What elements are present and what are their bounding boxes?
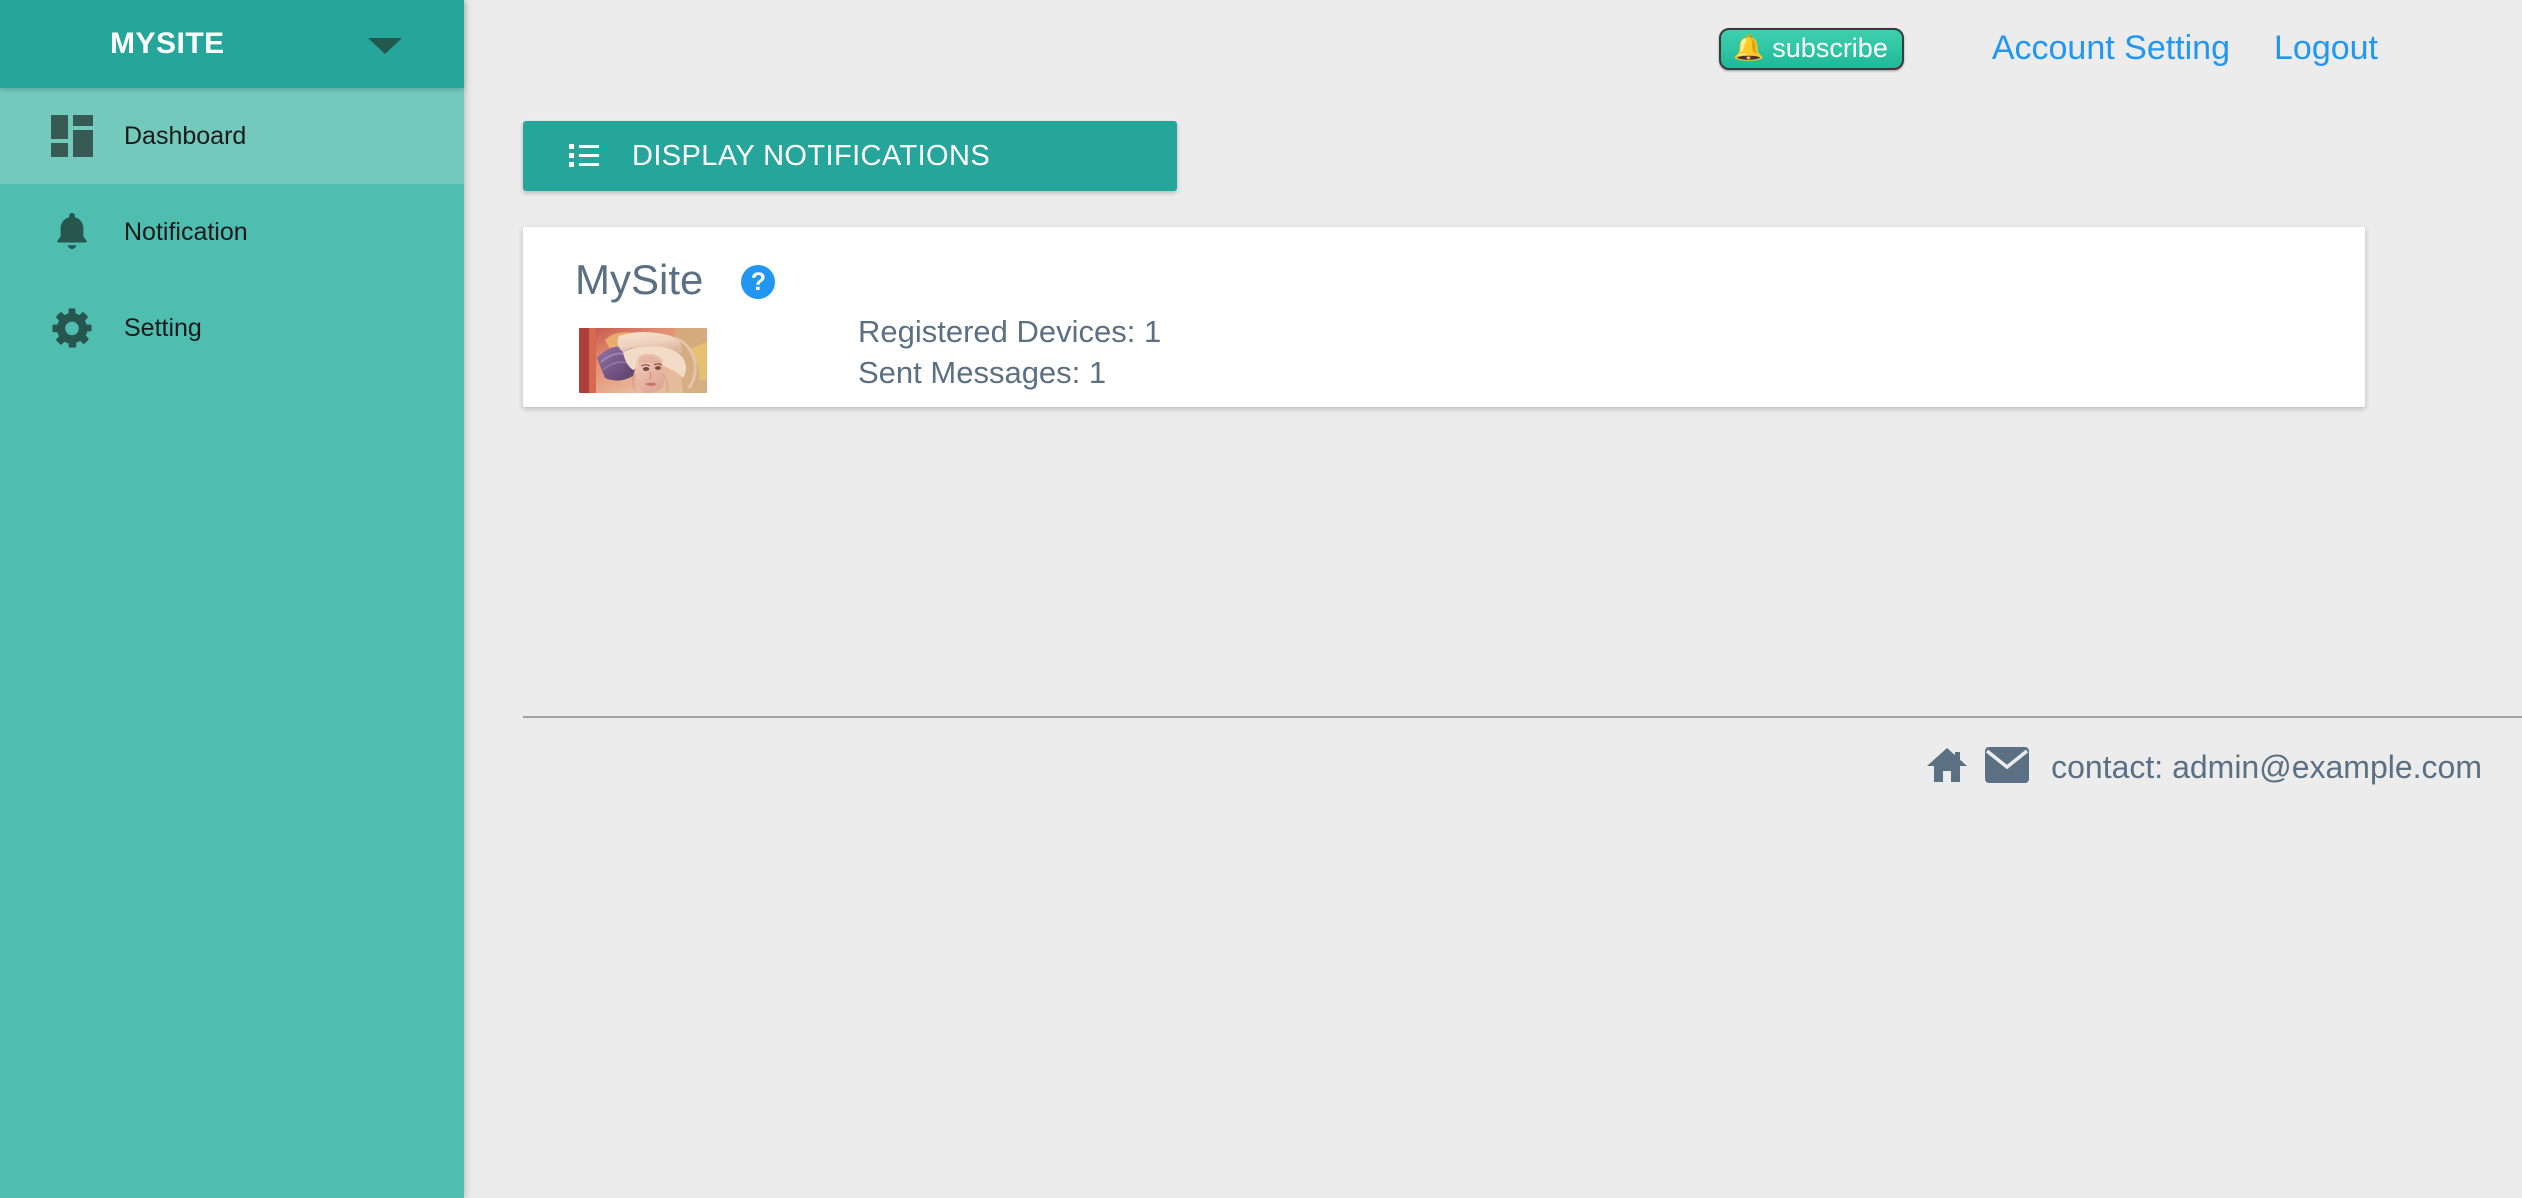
subscribe-button[interactable]: 🔔 subscribe bbox=[1719, 28, 1904, 70]
sidebar-item-label: Dashboard bbox=[124, 121, 247, 150]
dashboard-grid-icon bbox=[36, 115, 108, 157]
envelope-icon[interactable] bbox=[1985, 747, 2030, 788]
gear-icon bbox=[36, 306, 108, 350]
sidebar-brand-title: MYSITE bbox=[110, 27, 225, 60]
sidebar-item-dashboard[interactable]: Dashboard bbox=[0, 88, 464, 184]
bell-icon: 🔔 bbox=[1733, 34, 1765, 62]
display-notifications-button[interactable]: DISPLAY NOTIFICATIONS bbox=[523, 121, 1177, 191]
main-content: DISPLAY NOTIFICATIONS MySite ? Registere… bbox=[464, 96, 2522, 1198]
sidebar: MYSITE Dashboard Notification Setting bbox=[0, 0, 464, 1198]
card-title-row: MySite ? bbox=[575, 256, 776, 303]
sidebar-header[interactable]: MYSITE bbox=[0, 0, 464, 88]
account-setting-link[interactable]: Account Setting bbox=[1992, 29, 2230, 68]
footer-contact-text: contact: admin@example.com bbox=[2051, 749, 2482, 785]
home-icon[interactable] bbox=[1927, 746, 1968, 789]
footer-divider bbox=[523, 716, 2522, 718]
stat-registered-devices: Registered Devices: 1 bbox=[858, 314, 1162, 349]
subscribe-button-label: subscribe bbox=[1772, 33, 1888, 63]
list-icon bbox=[569, 143, 599, 169]
stat-sent-messages: Sent Messages: 1 bbox=[858, 355, 1107, 391]
logout-link[interactable]: Logout bbox=[2274, 29, 2378, 68]
page-title: MySite bbox=[575, 256, 704, 303]
top-bar: 🔔 subscribe Account Setting Logout bbox=[464, 0, 2522, 96]
question-mark-icon[interactable]: ? bbox=[741, 265, 776, 299]
sidebar-item-label: Setting bbox=[124, 313, 202, 342]
bell-icon bbox=[36, 210, 108, 254]
sidebar-item-notification[interactable]: Notification bbox=[0, 184, 464, 280]
card-stats: Registered Devices: 1 Sent Messages: 1 bbox=[858, 311, 1161, 393]
site-summary-card: MySite ? Registered Devices: 1 Sent Mess… bbox=[523, 227, 2365, 407]
display-notifications-label: DISPLAY NOTIFICATIONS bbox=[632, 139, 991, 172]
sidebar-item-label: Notification bbox=[124, 217, 248, 246]
site-thumbnail bbox=[579, 328, 707, 393]
footer-contact: contact: admin@example.com bbox=[1927, 746, 2482, 789]
sidebar-item-setting[interactable]: Setting bbox=[0, 280, 464, 376]
chevron-down-icon[interactable] bbox=[368, 38, 402, 54]
